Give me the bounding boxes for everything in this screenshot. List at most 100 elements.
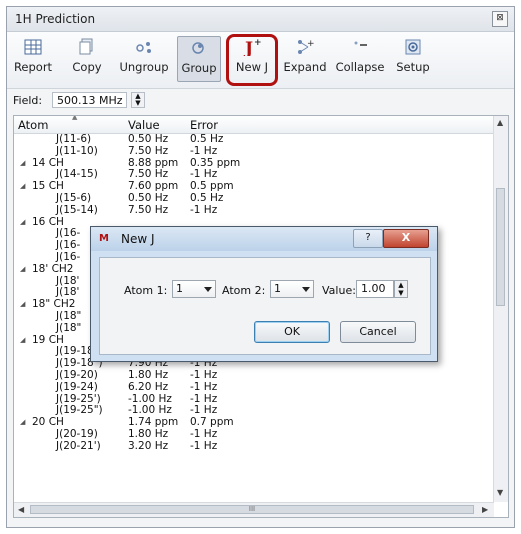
cell-value: 7.50 Hz <box>128 203 169 216</box>
expander-icon[interactable]: ◢ <box>20 158 25 170</box>
dialog-body: Atom 1: 1 Atom 2: 1 Value: 1.00 ▲ ▼ OK Ca… <box>99 257 431 355</box>
cell-atom: J(19-24) <box>56 380 98 393</box>
window-title: 1H Prediction <box>15 12 96 26</box>
expander-icon[interactable]: ◢ <box>20 181 25 193</box>
cell-atom: J(11-10) <box>56 144 98 157</box>
cell-value: 0.50 Hz <box>128 191 169 204</box>
field-row: Field: 500.13 MHz ▲ ▼ <box>7 89 514 113</box>
vertical-scrollbar[interactable]: ▲ ▼ <box>493 116 508 502</box>
atom1-value: 1 <box>176 282 183 295</box>
vertical-scroll-thumb[interactable] <box>496 188 505 306</box>
cell-atom: J(20-21') <box>56 439 101 452</box>
window-titlebar: 1H Prediction ⊠ <box>7 7 514 32</box>
expander-icon[interactable]: ◢ <box>20 335 25 347</box>
scroll-right-icon[interactable]: ▶ <box>482 505 488 514</box>
chevron-down-icon <box>302 287 310 292</box>
column-error[interactable]: Error <box>190 118 218 132</box>
horizontal-scrollbar[interactable]: ◀ III ▶ <box>14 502 494 517</box>
copy-button[interactable]: Copy <box>67 36 107 82</box>
dialog-title: New J <box>121 232 155 246</box>
close-window-icon[interactable]: ⊠ <box>492 11 508 27</box>
table-row[interactable]: J(14-15) 7.50 Hz -1 Hz <box>14 169 494 181</box>
report-button[interactable]: Report <box>13 36 53 82</box>
field-spinner[interactable]: ▲ ▼ <box>131 92 145 108</box>
ungroup-button[interactable]: Ungroup <box>119 36 169 82</box>
cell-value: 1.80 Hz <box>128 368 169 381</box>
cell-error: -1 Hz <box>190 439 218 452</box>
cancel-button[interactable]: Cancel <box>340 321 416 343</box>
copy-label: Copy <box>72 60 102 74</box>
expander-icon[interactable]: ◢ <box>20 264 25 276</box>
cell-atom: J(16- <box>56 250 81 263</box>
cell-error: -1 Hz <box>190 203 218 216</box>
expand-icon: + <box>298 39 315 54</box>
table-row[interactable]: J(19-25") -1.00 Hz -1 Hz <box>14 405 494 417</box>
new-j-dialog: M New J ? X Atom 1: 1 Atom 2: 1 Value: 1… <box>90 226 438 362</box>
expand-button[interactable]: + Expand <box>283 36 327 82</box>
value-label: Value: <box>322 284 356 297</box>
atom2-value: 1 <box>274 282 281 295</box>
setup-button[interactable]: Setup <box>393 36 433 82</box>
table-row[interactable]: J(20-21') 3.20 Hz -1 Hz <box>14 439 494 453</box>
table-row[interactable]: J(20-19) 1.80 Hz -1 Hz <box>14 427 494 441</box>
table-row[interactable]: J(19-20) 1.80 Hz -1 Hz <box>14 368 494 382</box>
table-row[interactable]: J(15-6) 0.50 Hz 0.5 Hz <box>14 191 494 205</box>
cell-atom: 18' CH2 <box>32 262 74 275</box>
collapse-button[interactable]: Collapse <box>333 36 387 82</box>
cell-error: 0.5 Hz <box>190 191 224 204</box>
atom2-select[interactable]: 1 <box>270 280 314 298</box>
cell-atom: J(18" <box>56 321 82 334</box>
expander-icon[interactable]: ◢ <box>20 217 25 229</box>
scroll-grip: III <box>248 505 256 513</box>
dialog-titlebar: M New J ? X <box>91 227 437 251</box>
group-label: Group <box>181 61 217 75</box>
cell-value: 3.20 Hz <box>128 439 169 452</box>
column-value[interactable]: Value <box>128 118 160 132</box>
group-icon <box>192 42 204 54</box>
cell-atom: J(19-20) <box>56 368 98 381</box>
field-input[interactable]: 500.13 MHz <box>52 92 127 108</box>
cell-error: -1 Hz <box>190 380 218 393</box>
table-row[interactable]: J(11-10) 7.50 Hz -1 Hz <box>14 144 494 158</box>
value-input[interactable]: 1.00 <box>356 280 394 298</box>
ok-button[interactable]: OK <box>254 321 330 343</box>
copy-icon <box>79 38 93 55</box>
group-button[interactable]: Group <box>177 36 221 82</box>
cell-atom: J(18" <box>56 309 82 322</box>
dialog-close-button[interactable]: X <box>383 229 429 248</box>
scroll-up-icon[interactable]: ▲ <box>497 118 503 127</box>
table-row[interactable]: J(15-14) 7.50 Hz -1 Hz <box>14 203 494 217</box>
horizontal-scroll-thumb[interactable]: III <box>30 505 474 514</box>
ungroup-label: Ungroup <box>119 60 169 74</box>
column-atom[interactable]: Atom <box>18 118 48 132</box>
table-report-icon <box>24 39 42 55</box>
ungroup-icon <box>136 42 151 53</box>
cell-error: -1 Hz <box>190 144 218 157</box>
scroll-down-icon[interactable]: ▼ <box>497 488 503 497</box>
cell-atom: J(20-19) <box>56 427 98 440</box>
expand-label: Expand <box>283 60 327 74</box>
setup-icon <box>405 39 421 55</box>
new-j-highlight <box>226 34 278 86</box>
app-logo-icon: M <box>99 233 109 244</box>
collapse-label: Collapse <box>335 60 385 74</box>
field-label: Field: <box>13 94 43 107</box>
expander-icon[interactable]: ◢ <box>20 299 25 311</box>
cell-value: 6.20 Hz <box>128 380 169 393</box>
setup-label: Setup <box>396 60 430 74</box>
chevron-down-icon <box>204 287 212 292</box>
toolbar: Report Copy Ungroup Group J + New J + Exp… <box>7 32 514 89</box>
help-button[interactable]: ? <box>353 229 383 248</box>
value-spinner[interactable]: ▲ ▼ <box>394 280 408 298</box>
collapse-icon <box>354 41 367 46</box>
scroll-left-icon[interactable]: ◀ <box>18 505 24 514</box>
expander-icon[interactable]: ◢ <box>20 417 25 429</box>
table-row[interactable]: J(19-24) 6.20 Hz -1 Hz <box>14 380 494 394</box>
atom1-label: Atom 1: <box>124 284 168 297</box>
cell-error: -1 Hz <box>190 427 218 440</box>
cell-atom: J(15-6) <box>56 191 92 204</box>
cell-value: 1.80 Hz <box>128 427 169 440</box>
atom1-select[interactable]: 1 <box>172 280 216 298</box>
atom2-label: Atom 2: <box>222 284 266 297</box>
cell-value: 7.50 Hz <box>128 144 169 157</box>
